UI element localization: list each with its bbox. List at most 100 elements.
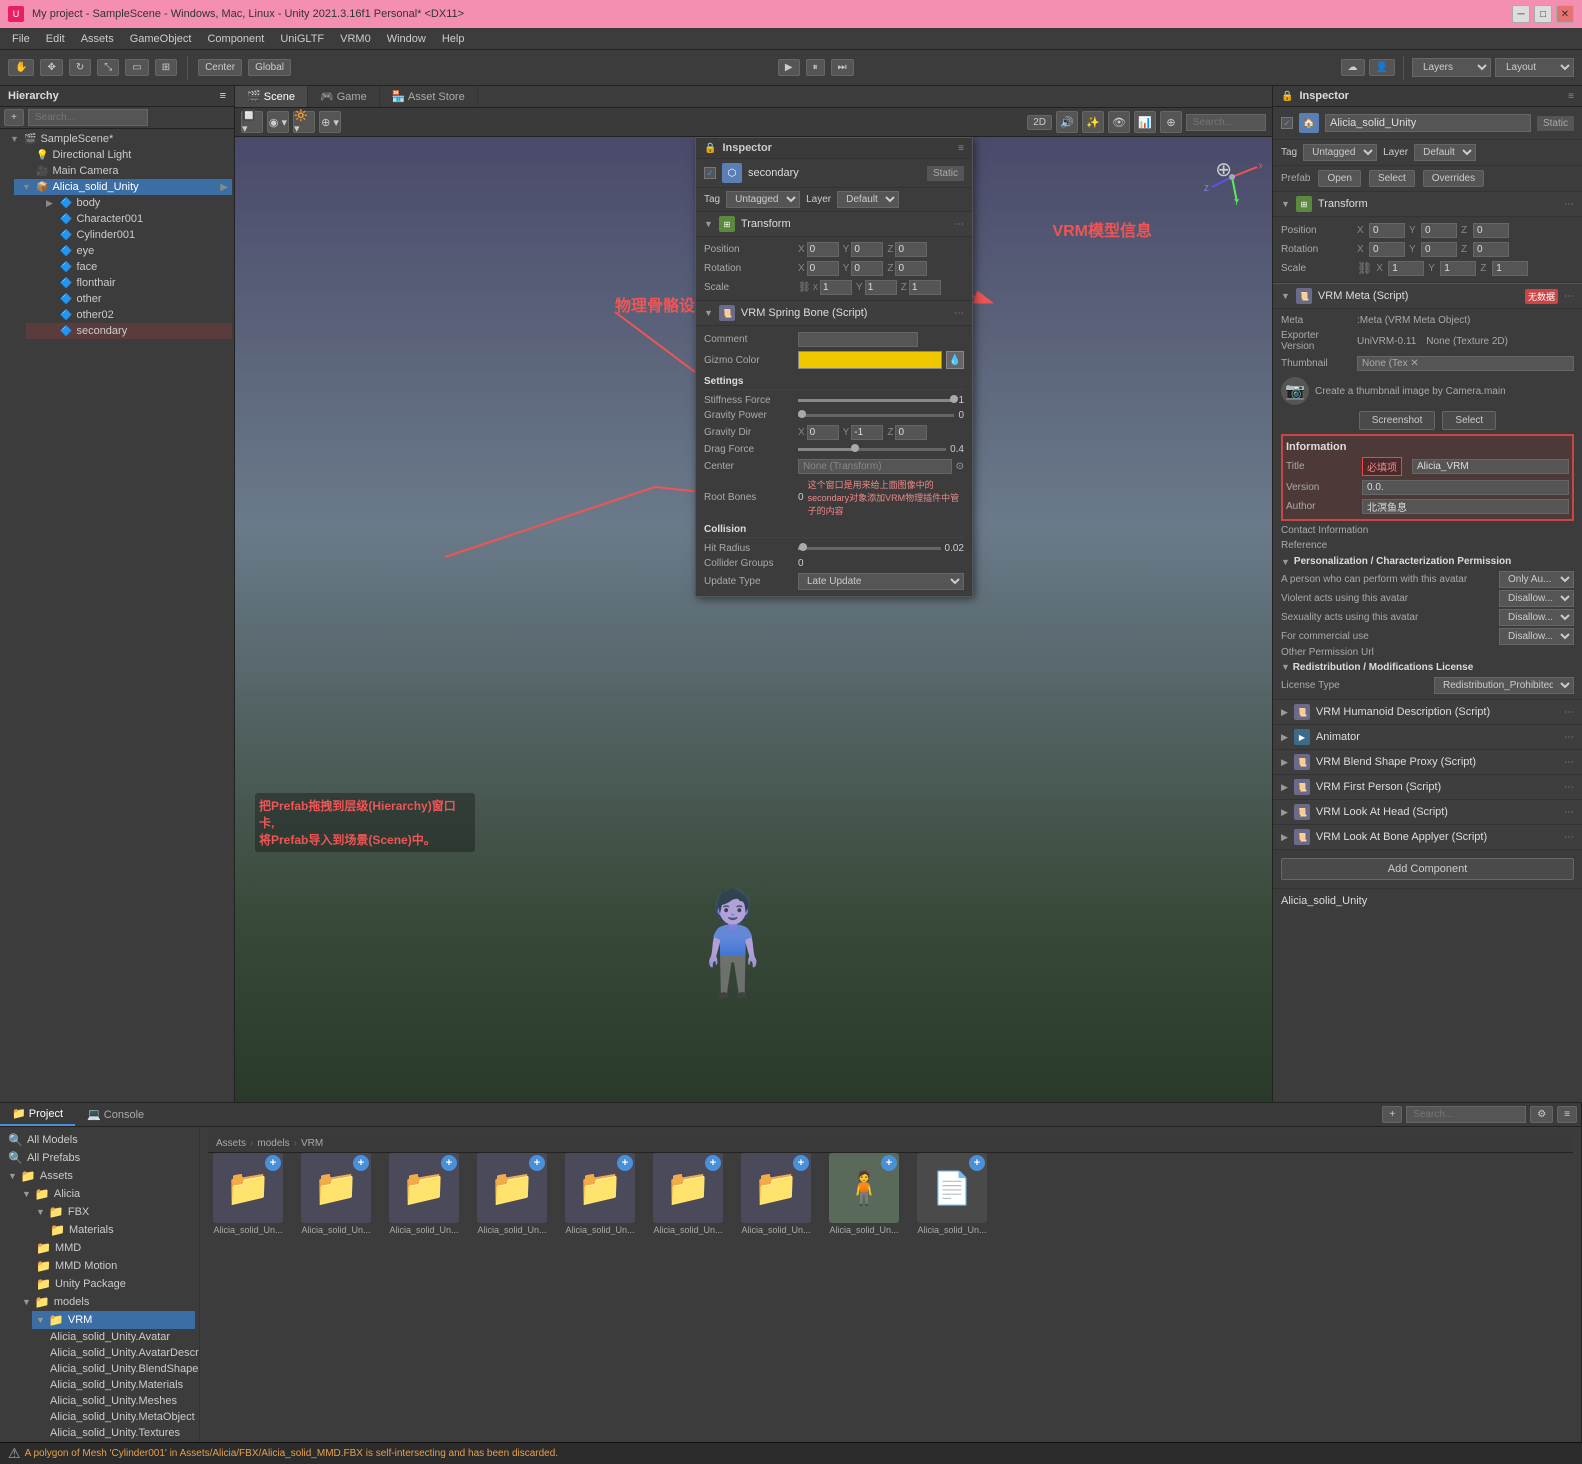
sidebar-vrm-blendshapes[interactable]: Alicia_solid_Unity.BlendShapes: [46, 1361, 195, 1377]
prefab-open[interactable]: Open: [1318, 170, 1360, 187]
si-gizmo-color[interactable]: [798, 351, 942, 369]
menu-file[interactable]: File: [4, 31, 38, 47]
scale-z[interactable]: [1492, 261, 1528, 276]
path-vrm[interactable]: VRM: [301, 1138, 323, 1149]
animator-header[interactable]: ▶ ▶ Animator ⋯: [1273, 725, 1582, 750]
reference-row[interactable]: Reference: [1281, 538, 1574, 553]
vlb-menu[interactable]: ⋯: [1564, 832, 1574, 843]
hierarchy-menu-icon[interactable]: ≡: [220, 90, 226, 102]
si-rot-x[interactable]: [807, 261, 839, 276]
minimize-button[interactable]: ─: [1512, 5, 1530, 23]
insp-layer-dropdown[interactable]: Default: [1414, 144, 1476, 161]
sidebar-mmd[interactable]: 📁 MMD: [32, 1239, 195, 1257]
select-btn[interactable]: Select: [1442, 411, 1496, 430]
scale-y[interactable]: [1440, 261, 1476, 276]
sidebar-assets[interactable]: ▼ 📁 Assets: [4, 1167, 195, 1185]
hierarchy-search[interactable]: [28, 109, 148, 126]
asset-item-7[interactable]: 🧍 + Alicia_solid_Un...: [824, 1153, 904, 1235]
sidebar-fbx[interactable]: ▼ 📁 FBX: [32, 1203, 195, 1221]
gizmos-btn[interactable]: ⊕ ▾: [319, 111, 341, 133]
tree-char001[interactable]: 🔷 Character001: [26, 211, 232, 227]
pos-x[interactable]: [1369, 223, 1405, 238]
hierarchy-add[interactable]: +: [4, 109, 24, 126]
vb-menu[interactable]: ⋯: [1564, 757, 1574, 768]
scene-search[interactable]: [1186, 114, 1266, 131]
proj-add[interactable]: +: [1382, 1106, 1402, 1123]
sidebar-all-models[interactable]: 🔍 All Models: [4, 1131, 195, 1149]
menu-assets[interactable]: Assets: [73, 31, 122, 47]
stats-btn[interactable]: 📊: [1134, 111, 1156, 133]
tree-scene[interactable]: ▼ 🎬 SampleScene*: [2, 131, 232, 147]
insp-menu-icon[interactable]: ≡: [1568, 91, 1574, 102]
vrm-look-bone-header[interactable]: ▶ 📜 VRM Look At Bone Applyer (Script) ⋯: [1273, 825, 1582, 850]
version-input[interactable]: [1362, 480, 1569, 495]
menu-unigltf[interactable]: UniGLTF: [272, 31, 332, 47]
vrm-meta-menu[interactable]: ⋯: [1564, 291, 1574, 302]
si-drag-slider[interactable]: 0.4: [798, 444, 964, 455]
asset-item-4[interactable]: 📁 + Alicia_solid_Un...: [560, 1153, 640, 1235]
tab-project[interactable]: 📁 Project: [0, 1103, 75, 1126]
tab-game[interactable]: 🎮 Game: [308, 86, 380, 107]
rect-tool[interactable]: ▭: [125, 59, 148, 76]
perm2-select[interactable]: Disallow...: [1499, 590, 1574, 607]
si-gdir-x[interactable]: [807, 425, 839, 440]
scale-tool[interactable]: ⤡: [97, 59, 119, 76]
sound-btn[interactable]: 🔊: [1056, 111, 1078, 133]
si-pos-y[interactable]: [851, 242, 883, 257]
path-models[interactable]: models: [257, 1138, 289, 1149]
rot-y[interactable]: [1421, 242, 1457, 257]
proj-menu[interactable]: ≡: [1557, 1106, 1577, 1123]
vh-menu[interactable]: ⋯: [1564, 707, 1574, 718]
sidebar-mmd-motion[interactable]: 📁 MMD Motion: [32, 1257, 195, 1275]
rot-z[interactable]: [1473, 242, 1509, 257]
asset-item-8[interactable]: 📄 + Alicia_solid_Un...: [912, 1153, 992, 1235]
sidebar-vrm-materials[interactable]: Alicia_solid_Unity.Materials: [46, 1377, 195, 1393]
si-stiffness-slider[interactable]: 1: [798, 395, 964, 406]
scene-effects[interactable]: 🔆 ▾: [293, 111, 315, 133]
tree-other02[interactable]: 🔷 other02: [26, 307, 232, 323]
si-scale-z[interactable]: [909, 280, 941, 295]
si-eye-dropper[interactable]: 💧: [946, 351, 964, 369]
vrm-meta-header[interactable]: ▼ 📜 VRM Meta (Script) 无数据 ⋯: [1273, 283, 1582, 309]
rot-x[interactable]: [1369, 242, 1405, 257]
asset-item-1[interactable]: 📁 + Alicia_solid_Un...: [296, 1153, 376, 1235]
play-button[interactable]: ▶: [778, 59, 800, 76]
perm1-select[interactable]: Only Au...: [1499, 571, 1574, 588]
insp-active-checkbox[interactable]: ✓: [1281, 117, 1293, 129]
insp-obj-name[interactable]: [1325, 114, 1531, 132]
sidebar-alicia[interactable]: ▼ 📁 Alicia: [18, 1185, 195, 1203]
account-button[interactable]: 👤: [1369, 59, 1395, 76]
pos-y[interactable]: [1421, 223, 1457, 238]
si-gdir-y[interactable]: [851, 425, 883, 440]
menu-help[interactable]: Help: [434, 31, 473, 47]
asset-item-5[interactable]: 📁 + Alicia_solid_Un...: [648, 1153, 728, 1235]
sidebar-vrm-avatardesc[interactable]: Alicia_solid_Unity.AvatarDescription: [46, 1345, 195, 1361]
vlh-menu[interactable]: ⋯: [1564, 807, 1574, 818]
tree-eye[interactable]: 🔷 eye: [26, 243, 232, 259]
title-input[interactable]: [1412, 459, 1569, 474]
tab-scene[interactable]: 🎬 Scene: [235, 86, 308, 107]
center-button[interactable]: Center: [198, 59, 242, 76]
transform-header[interactable]: ▼ ⊞ Transform ⋯: [1273, 192, 1582, 217]
screenshot-btn[interactable]: Screenshot: [1359, 411, 1436, 430]
pause-button[interactable]: ⏸: [806, 59, 825, 76]
redistribution-header[interactable]: ▼ Redistribution / Modifications License: [1281, 659, 1574, 676]
vrm-blend-header[interactable]: ▶ 📜 VRM Blend Shape Proxy (Script) ⋯: [1273, 750, 1582, 775]
hidden-btn[interactable]: 👁: [1108, 111, 1130, 133]
rotate-tool[interactable]: ↻: [69, 59, 91, 76]
contact-row[interactable]: Contact Information: [1281, 523, 1574, 538]
sidebar-vrm-meshes[interactable]: Alicia_solid_Unity.Meshes: [46, 1393, 195, 1409]
si-vrm-spring-header[interactable]: ▼ 📜 VRM Spring Bone (Script) ⋯: [696, 301, 972, 326]
si-transform-header[interactable]: ▼ ⊞ Transform ⋯: [696, 212, 972, 237]
gizmos2-btn[interactable]: ⊕: [1160, 111, 1182, 133]
si-scale-x[interactable]: [820, 280, 852, 295]
insp-lock-icon[interactable]: 🔒: [1281, 91, 1293, 102]
proj-search[interactable]: [1406, 1106, 1526, 1123]
close-button[interactable]: ✕: [1556, 5, 1574, 23]
global-button[interactable]: Global: [248, 59, 291, 76]
tree-face[interactable]: 🔷 face: [26, 259, 232, 275]
sidebar-unity-package[interactable]: 📁 Unity Package: [32, 1275, 195, 1293]
vrm-look-head-header[interactable]: ▶ 📜 VRM Look At Head (Script) ⋯: [1273, 800, 1582, 825]
insp-tag-dropdown[interactable]: Untagged: [1303, 144, 1377, 161]
si-rot-z[interactable]: [895, 261, 927, 276]
